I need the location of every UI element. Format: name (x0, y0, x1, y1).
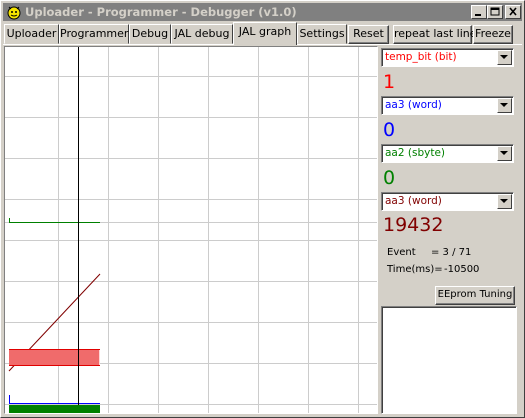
graph-panel[interactable] (4, 46, 378, 414)
trace-bit-dense (9, 349, 100, 366)
close-button[interactable] (505, 5, 521, 19)
freeze-button[interactable]: Freeze (473, 25, 513, 44)
dropdown-button[interactable] (497, 194, 512, 209)
dropdown-button[interactable] (497, 146, 512, 161)
eeprom-tuning-button[interactable]: EEprom Tuning (435, 286, 515, 305)
event-value: = 3 / 71 (431, 247, 472, 258)
tab-jal-graph[interactable]: JAL graph (233, 22, 297, 45)
app-icon (7, 6, 21, 20)
trace-word-blue (9, 395, 100, 404)
tab-label: Debug (131, 27, 169, 40)
tab-label: JAL debug (174, 27, 230, 40)
tab-label: Programmer (60, 27, 129, 40)
dropdown-button[interactable] (497, 98, 512, 113)
minimize-icon (475, 14, 481, 16)
time-value: -10500 (444, 264, 480, 275)
channel-1-select[interactable]: temp_bit (bit) (381, 48, 514, 67)
tab-label: JAL graph (238, 25, 292, 38)
channel-3-select[interactable]: aa2 (sbyte) (381, 144, 514, 163)
channel-3-value: 0 (383, 167, 396, 189)
time-label: Time(ms)= (387, 264, 443, 275)
chevron-down-icon (500, 199, 508, 203)
graph-canvas (5, 47, 377, 413)
channel-2-value: 0 (383, 119, 396, 141)
event-label: Event (387, 247, 416, 258)
tab-programmer[interactable]: Programmer (59, 24, 129, 44)
tab-label: Settings (299, 27, 345, 40)
reset-button[interactable]: Reset (348, 25, 389, 44)
maximize-icon (490, 7, 500, 16)
title-bar[interactable]: Uploader - Programmer - Debugger (v1.0) (3, 3, 522, 21)
channel-2-select[interactable]: aa3 (word) (381, 96, 514, 115)
dropdown-button[interactable] (497, 50, 512, 65)
tab-settings[interactable]: Settings (297, 24, 347, 44)
trace-sbyte-fill (9, 405, 100, 413)
channel-4-value: 19432 (383, 214, 444, 236)
channel-1-selected: temp_bit (bit) (385, 51, 457, 63)
channel-4-select[interactable]: aa3 (word) (381, 192, 514, 211)
tab-label: Uploader (6, 27, 57, 40)
minimize-button[interactable] (471, 5, 487, 19)
tab-jal-debug[interactable]: JAL debug (171, 24, 233, 44)
tab-uploader[interactable]: Uploader (4, 24, 59, 44)
maximize-button[interactable] (487, 5, 503, 19)
app-window: Uploader - Programmer - Debugger (v1.0) … (0, 0, 525, 418)
repeat-last-line-button[interactable]: repeat last line (393, 25, 477, 44)
window-title: Uploader - Programmer - Debugger (v1.0) (25, 5, 297, 19)
trace-sbyte (9, 218, 100, 223)
chevron-down-icon (500, 55, 508, 59)
channel-4-selected: aa3 (word) (385, 195, 442, 207)
channel-1-value: 1 (383, 71, 396, 93)
chevron-down-icon (500, 151, 508, 155)
channel-2-selected: aa3 (word) (385, 99, 442, 111)
close-icon (509, 7, 517, 16)
log-panel[interactable] (381, 306, 517, 414)
chevron-down-icon (500, 103, 508, 107)
tab-debug[interactable]: Debug (129, 24, 171, 44)
channel-3-selected: aa2 (sbyte) (385, 147, 446, 159)
